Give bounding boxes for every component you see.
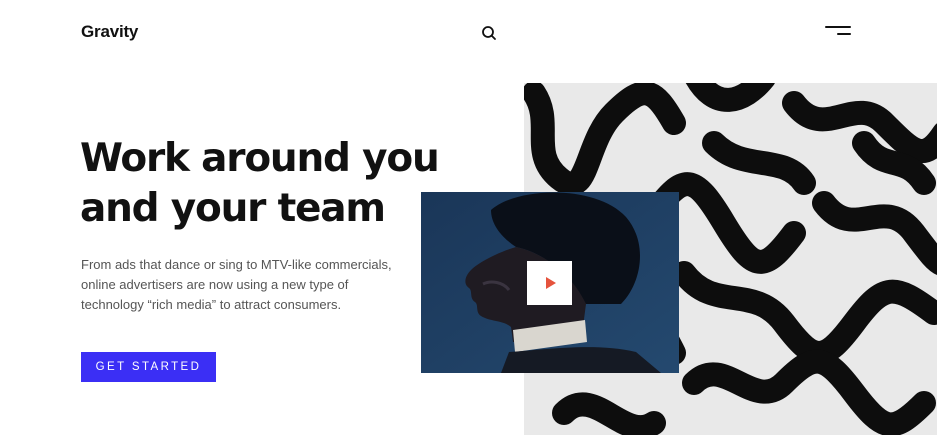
hero-description-line-3: technology “rich media” to attract consu… [81, 297, 342, 312]
menu-icon-line-bottom [837, 33, 851, 35]
hero-description-line-2: online advertisers are now using a new t… [81, 277, 349, 292]
hero-description: From ads that dance or sing to MTV-like … [81, 255, 401, 315]
search-icon [482, 26, 496, 40]
play-icon [546, 277, 556, 289]
play-button[interactable] [527, 261, 572, 305]
hero-headline: Work around you and your team [80, 134, 440, 234]
logo[interactable]: Gravity [81, 22, 138, 42]
hero-headline-line-1: Work around you [80, 136, 440, 181]
hero-headline-line-2: and your team [80, 186, 386, 231]
search-button[interactable] [479, 23, 499, 43]
hero-description-line-1: From ads that dance or sing to MTV-like … [81, 257, 392, 272]
get-started-button[interactable]: GET STARTED [81, 352, 216, 382]
menu-icon-line-top [825, 26, 851, 28]
menu-button[interactable] [825, 24, 851, 40]
